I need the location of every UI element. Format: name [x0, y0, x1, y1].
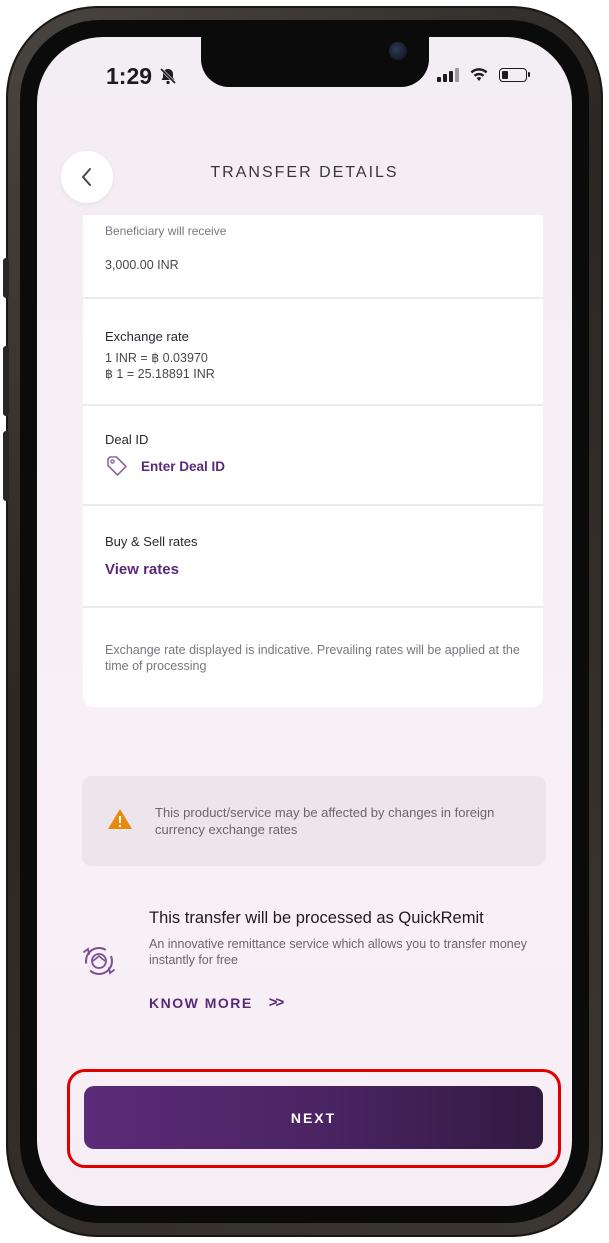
- front-camera: [389, 42, 407, 60]
- beneficiary-card: Beneficiary will receive 3,000.00 INR: [83, 215, 543, 297]
- notch: [201, 37, 429, 87]
- page-title: TRANSFER DETAILS: [210, 164, 399, 181]
- fx-warning-box: This product/service may be affected by …: [82, 776, 546, 866]
- know-more-link[interactable]: KNOW MORE >>: [149, 994, 284, 1011]
- mute-switch: [3, 258, 9, 298]
- volume-down-button: [3, 431, 9, 501]
- warning-text: This product/service may be affected by …: [155, 805, 495, 837]
- double-chevron-right-icon: >>: [268, 994, 284, 1011]
- know-more-label: KNOW MORE: [149, 994, 253, 1011]
- quickremit-title: This transfer will be processed as Quick…: [149, 909, 484, 927]
- quickremit-description: An innovative remittance service which a…: [149, 937, 527, 967]
- enter-deal-id-link[interactable]: Enter Deal ID: [105, 454, 225, 478]
- beneficiary-label: Beneficiary will receive: [105, 224, 227, 238]
- view-rates-link[interactable]: View rates: [105, 561, 179, 578]
- deal-id-label: Deal ID: [105, 432, 149, 447]
- buy-sell-card: Buy & Sell rates View rates: [83, 506, 543, 606]
- disclaimer-text: Exchange rate displayed is indicative. P…: [105, 643, 520, 673]
- buy-sell-label: Buy & Sell rates: [105, 534, 198, 549]
- tag-icon: [107, 456, 127, 476]
- wifi-icon: [470, 68, 488, 81]
- exchange-rate-label: Exchange rate: [105, 329, 189, 344]
- exchange-rate-card: Exchange rate 1 INR = ฿ 0.03970 ฿ 1 = 25…: [83, 299, 543, 404]
- phone-screen: 1:29 TRANSFER DETAILS Beneficiary will r…: [37, 37, 572, 1206]
- exchange-rate-line-1: 1 INR = ฿ 0.03970: [105, 351, 208, 365]
- disclaimer-card: Exchange rate displayed is indicative. P…: [83, 608, 543, 707]
- quickremit-icon: [83, 947, 115, 975]
- cellular-signal-icon: [437, 67, 459, 82]
- exchange-rate-line-2: ฿ 1 = 25.18891 INR: [105, 367, 215, 381]
- beneficiary-amount: 3,000.00 INR: [105, 258, 179, 272]
- volume-up-button: [3, 346, 9, 416]
- status-time: 1:29: [106, 63, 178, 90]
- highlight-box: [67, 1069, 561, 1168]
- deal-id-card: Deal ID Enter Deal ID: [83, 406, 543, 504]
- warning-icon: [108, 809, 132, 829]
- bell-muted-icon: [160, 67, 177, 85]
- enter-deal-id-label: Enter Deal ID: [141, 458, 226, 474]
- battery-icon: [499, 67, 530, 82]
- status-icons: [437, 67, 530, 82]
